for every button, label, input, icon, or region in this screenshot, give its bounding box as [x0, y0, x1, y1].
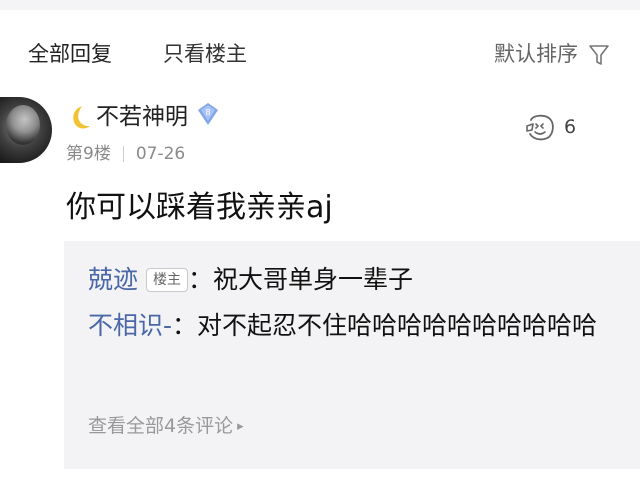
reply-item: 兢迹 楼主 ：祝大哥单身一辈子 — [88, 257, 636, 303]
top-divider — [0, 0, 640, 10]
reply-item: 不相识-：对不起忍不住哈哈哈哈哈哈哈哈哈哈 — [88, 303, 636, 349]
reply-separator: ： — [172, 311, 198, 340]
reply-text: 祝大哥单身一辈子 — [213, 265, 414, 294]
level-number: 8 — [205, 108, 210, 117]
view-all-label: 查看全部4条评论 — [88, 415, 234, 437]
filter-bar: 全部回复 只看楼主 默认排序 — [0, 10, 640, 80]
like-count: 6 — [564, 116, 577, 138]
reply-box: 兢迹 楼主 ：祝大哥单身一辈子 不相识-：对不起忍不住哈哈哈哈哈哈哈哈哈哈 查看全部… — [64, 241, 640, 469]
op-badge: 楼主 — [146, 268, 189, 292]
moon-icon — [73, 106, 90, 129]
chevron-right-icon: ▸ — [237, 419, 244, 434]
post-content: 你可以踩着我亲亲aj — [66, 190, 333, 225]
like-button[interactable]: 6 — [524, 112, 576, 142]
filter-icon[interactable] — [588, 43, 610, 67]
post-date: 07-26 — [135, 144, 186, 164]
avatar-image — [6, 105, 40, 145]
meta-divider — [122, 146, 124, 162]
post-meta: 第9楼 07-26 — [66, 142, 185, 166]
like-face-icon — [526, 114, 554, 141]
reply-separator: ： — [188, 265, 214, 294]
diamond-level-icon: 8 — [198, 103, 218, 125]
floor-number: 第9楼 — [66, 144, 111, 164]
user-row: 不若神明 8 — [66, 100, 220, 134]
reply-text: 对不起忍不住哈哈哈哈哈哈哈哈哈哈 — [197, 311, 598, 340]
tab-op-only[interactable]: 只看楼主 — [163, 40, 247, 68]
tab-all-replies[interactable]: 全部回复 — [28, 40, 112, 68]
reply-author[interactable]: 兢迹 — [88, 265, 138, 294]
view-all-comments-link[interactable]: 查看全部4条评论 ▸ — [88, 411, 244, 442]
avatar[interactable] — [0, 97, 52, 163]
reply-author[interactable]: 不相识- — [88, 311, 172, 340]
sort-button[interactable]: 默认排序 — [494, 40, 578, 68]
username[interactable]: 不若神明 — [96, 102, 188, 132]
